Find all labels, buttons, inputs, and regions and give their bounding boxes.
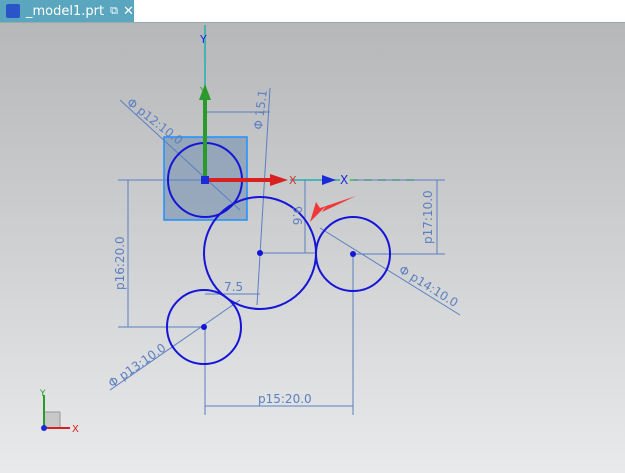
y-marker: Y (199, 33, 207, 46)
triad-y-label: Y (39, 389, 46, 399)
center-point[interactable] (350, 251, 356, 257)
sketch-view[interactable]: X Y X Y Φ p12:10.0 Φ 15.1 p16:20.0 9.6 p… (0, 0, 625, 473)
center-point[interactable] (201, 324, 207, 330)
dim-p14[interactable]: Φ p14:10.0 (396, 263, 460, 310)
origin-point[interactable] (201, 176, 209, 184)
dim-15-1[interactable]: Φ 15.1 (251, 89, 270, 130)
x-axis-label: X (289, 174, 297, 187)
dim-7-5[interactable]: 7.5 (224, 280, 243, 294)
dim-9-6[interactable]: 9.6 (290, 206, 304, 225)
dimension-lines (109, 87, 461, 415)
y-axis-label: Y (199, 86, 207, 97)
x-arrow-icon (270, 174, 288, 186)
dim-p12[interactable]: Φ p12:10.0 (124, 95, 185, 147)
x-direction-arrow-icon (322, 175, 336, 185)
dim-p15[interactable]: p15:20.0 (258, 392, 312, 406)
dim-p13[interactable]: Φ p13:10.0 (106, 341, 169, 391)
center-point[interactable] (257, 250, 263, 256)
dim-p16[interactable]: p16:20.0 (113, 236, 127, 290)
view-triad: Y X (39, 389, 79, 435)
x-marker: X (340, 173, 348, 187)
triad-x-label: X (72, 424, 79, 435)
dim-p17[interactable]: p17:10.0 (421, 190, 435, 244)
